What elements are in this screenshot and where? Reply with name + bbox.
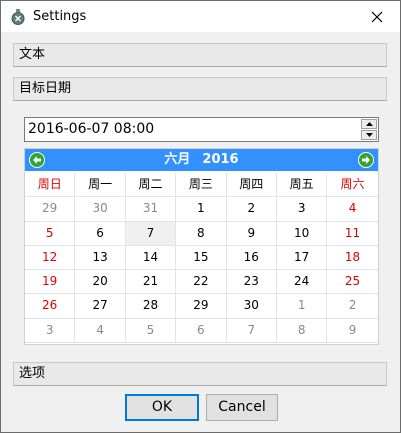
weekday-header-row: 周日 周一 周二 周三 周四 周五 周六	[25, 173, 378, 198]
chevron-up-icon	[365, 122, 373, 126]
datetime-value: 2016-06-07 08:00	[28, 121, 155, 137]
calendar-day[interactable]: 11	[327, 222, 378, 246]
calendar-day[interactable]: 28	[125, 294, 177, 319]
calendar-day[interactable]: 10	[276, 221, 328, 246]
calendar-nav-bar: 六月 2016	[25, 149, 378, 171]
calendar-day[interactable]: 29	[176, 294, 227, 319]
calendar-day[interactable]: 20	[75, 270, 126, 295]
calendar-day[interactable]: 25	[327, 270, 378, 295]
datetime-input[interactable]: 2016-06-07 08:00	[24, 117, 379, 142]
calendar-week-row: 19 20 21 22 23 24 25	[25, 270, 378, 295]
calendar-day[interactable]: 1	[276, 294, 328, 319]
datetime-spinner[interactable]	[361, 119, 377, 140]
calendar-day[interactable]: 21	[125, 270, 177, 295]
calendar-day[interactable]: 30	[226, 294, 277, 319]
section-target-date[interactable]: 目标日期	[13, 77, 387, 101]
calendar-day[interactable]: 4	[75, 318, 126, 344]
close-button[interactable]	[354, 1, 400, 32]
spin-down-button[interactable]	[361, 130, 377, 140]
calendar-week-row: 12 13 14 15 16 17 18	[25, 245, 378, 271]
calendar-day[interactable]: 26	[25, 294, 76, 319]
calendar-day[interactable]: 7	[226, 318, 277, 344]
title-bar: Settings	[1, 1, 400, 32]
calendar-day[interactable]: 4	[327, 197, 378, 222]
weekday-header: 周三	[176, 173, 227, 198]
calendar-day[interactable]: 31	[125, 197, 177, 222]
calendar-day[interactable]: 2	[226, 197, 277, 222]
calendar-week-row: 3456789	[25, 318, 378, 344]
calendar-day[interactable]: 22	[176, 270, 227, 295]
cancel-button[interactable]: Cancel	[206, 394, 278, 421]
window-title: Settings	[33, 9, 87, 24]
spin-up-button[interactable]	[361, 119, 377, 129]
calendar-title[interactable]: 六月 2016	[25, 149, 378, 171]
calendar-day[interactable]: 8	[176, 221, 227, 246]
calendar-year[interactable]: 2016	[202, 152, 238, 167]
calendar-day[interactable]: 16	[226, 245, 277, 271]
chevron-down-icon	[365, 133, 373, 137]
calendar-day[interactable]: 19	[25, 270, 76, 295]
weekday-header: 周五	[276, 173, 328, 198]
calendar-day[interactable]: 8	[276, 318, 328, 344]
calendar-day[interactable]: 27	[75, 294, 126, 319]
calendar-day[interactable]: 18	[327, 246, 378, 271]
calendar-day[interactable]: 3	[276, 197, 328, 222]
calendar-month[interactable]: 六月	[164, 152, 190, 167]
ok-button[interactable]: OK	[125, 394, 199, 421]
calendar-day[interactable]: 9	[327, 319, 378, 344]
calendar-day[interactable]: 5	[25, 221, 76, 246]
settings-dialog: Settings 文本 目标日期 2016-06-07 08:00 六月 201…	[0, 0, 401, 433]
section-options[interactable]: 选项	[13, 362, 387, 386]
weekday-header: 周日	[25, 173, 76, 198]
calendar-day[interactable]: 6	[176, 318, 227, 344]
calendar-day[interactable]: 5	[125, 318, 177, 344]
calendar-day[interactable]: 3	[25, 318, 76, 344]
calendar-day[interactable]: 6	[75, 221, 126, 246]
calendar-day[interactable]: 12	[25, 245, 76, 271]
calendar-day[interactable]: 29	[25, 197, 76, 222]
calendar-week-row: 5 6 7 8 9 10 11	[25, 221, 378, 246]
close-icon	[371, 11, 383, 22]
calendar-day[interactable]: 1	[176, 197, 227, 222]
weekday-header: 周四	[226, 173, 277, 198]
calendar-week-row: 29 30 31 1 2 3 4	[25, 197, 378, 222]
weekday-header: 周一	[75, 173, 126, 198]
calendar-day[interactable]: 24	[276, 270, 328, 295]
next-month-icon[interactable]	[358, 152, 374, 168]
calendar-day[interactable]: 2	[327, 294, 378, 319]
section-text[interactable]: 文本	[13, 43, 387, 67]
calendar-day[interactable]: 15	[176, 245, 227, 271]
calendar-day[interactable]: 23	[226, 270, 277, 295]
calendar-day[interactable]: 17	[276, 245, 328, 271]
calendar-day[interactable]: 13	[75, 245, 126, 271]
calendar-day[interactable]: 7	[125, 221, 177, 246]
calendar-day[interactable]: 30	[75, 197, 126, 222]
calendar-day[interactable]: 9	[226, 221, 277, 246]
calendar-grid: 周日 周一 周二 周三 周四 周五 周六 29 30 31 1 2 3 4 5 6 7 8 9 10 11 12 13 14 1…	[25, 173, 378, 344]
calendar-week-row: 26 27 28 29 30 1 2	[25, 294, 378, 319]
weekday-header: 周二	[125, 173, 177, 198]
app-icon	[11, 9, 25, 25]
calendar-day[interactable]: 14	[125, 245, 177, 271]
calendar: 六月 2016 周日 周一 周二 周三 周四 周五 周六 29 30 31 1 2 3 4 5 6 7 8 9 10 11…	[24, 148, 379, 345]
weekday-header: 周六	[327, 173, 378, 198]
